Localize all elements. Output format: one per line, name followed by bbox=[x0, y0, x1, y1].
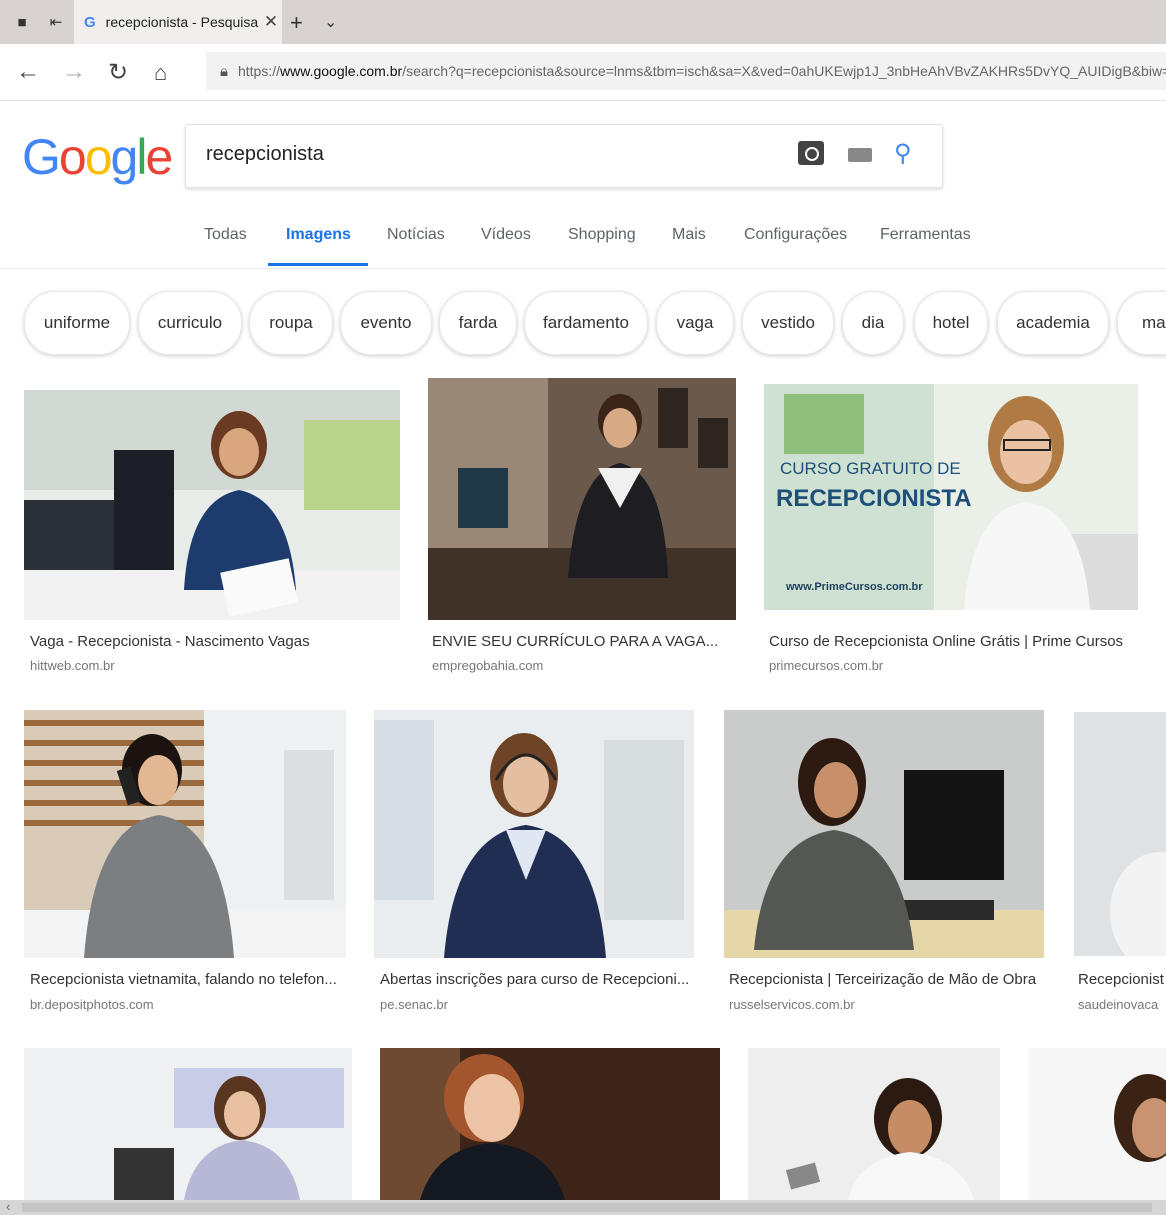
chip-dia[interactable]: dia bbox=[842, 291, 904, 355]
tab-mais[interactable]: Mais bbox=[672, 226, 706, 244]
result-image-1[interactable] bbox=[24, 390, 400, 620]
result-image-6[interactable] bbox=[724, 710, 1044, 958]
result-image-11[interactable] bbox=[1028, 1048, 1166, 1200]
result-image-4[interactable] bbox=[24, 710, 346, 958]
tab-todas[interactable]: Todas bbox=[204, 226, 247, 244]
result-image-2[interactable] bbox=[428, 378, 736, 620]
lock-icon: 🔒︎ bbox=[220, 62, 228, 80]
result-title-1[interactable]: Vaga - Recepcionista - Nascimento Vagas bbox=[30, 633, 400, 650]
address-toolbar: ← → ↻ ⌂ 🔒︎ https:// www.google.com.br /s… bbox=[0, 44, 1166, 101]
receptionist-photo bbox=[24, 390, 400, 620]
tab-imagens[interactable]: Imagens bbox=[286, 226, 351, 244]
set-aside-tabs-icon[interactable]: ⇤ bbox=[46, 12, 66, 32]
chip-fardamento[interactable]: fardamento bbox=[524, 291, 648, 355]
result-image-5[interactable] bbox=[374, 710, 694, 958]
result-source-2: empregobahia.com bbox=[432, 658, 544, 673]
banner-line-2: RECEPCIONISTA bbox=[776, 485, 972, 512]
tab-actions-icon[interactable]: ■ bbox=[12, 12, 32, 32]
search-menu: Todas Imagens Notícias Vídeos Shopping M… bbox=[0, 196, 1166, 269]
tab-shopping[interactable]: Shopping bbox=[568, 226, 636, 244]
google-favicon-icon: G bbox=[84, 13, 96, 31]
chip-hotel[interactable]: hotel bbox=[914, 291, 988, 355]
new-tab-icon[interactable]: + bbox=[290, 10, 303, 36]
active-tab-underline bbox=[268, 263, 368, 266]
result-image-10[interactable] bbox=[748, 1048, 1000, 1200]
search-icon[interactable]: ⚲ bbox=[894, 139, 912, 168]
chip-curriculo[interactable]: curriculo bbox=[138, 291, 242, 355]
browser-tab[interactable]: G recepcionista - Pesquisa ✕ bbox=[74, 0, 282, 44]
url-scheme: https:// bbox=[237, 63, 281, 79]
chip-farda[interactable]: farda bbox=[439, 291, 517, 355]
search-box[interactable]: recepcionista ⚲ bbox=[185, 124, 943, 188]
back-arrow-icon[interactable]: ← bbox=[16, 58, 40, 86]
chip-academia[interactable]: academia bbox=[997, 291, 1109, 355]
tab-title: recepcionista - Pesquisa bbox=[105, 14, 259, 30]
result-title-4[interactable]: Recepcionista vietnamita, falando no tel… bbox=[30, 971, 350, 988]
result-image-3[interactable]: CURSO GRATUITO DE RECEPCIONISTA www.Prim… bbox=[764, 384, 1138, 610]
result-source-5: pe.senac.br bbox=[380, 997, 448, 1012]
headset-agent-photo bbox=[1028, 1048, 1166, 1200]
chip-roupa[interactable]: roupa bbox=[249, 291, 333, 355]
result-image-8[interactable] bbox=[24, 1048, 352, 1200]
google-logo[interactable]: Google bbox=[22, 128, 173, 186]
chip-vestido[interactable]: vestido bbox=[742, 291, 834, 355]
address-field[interactable]: 🔒︎ https:// www.google.com.br /search?q=… bbox=[206, 52, 1166, 90]
chip-mac[interactable]: mac bbox=[1117, 291, 1166, 355]
search-input[interactable]: recepcionista bbox=[206, 143, 324, 166]
scroll-left-icon[interactable]: ‹ bbox=[6, 1199, 10, 1214]
keyboard-icon[interactable] bbox=[848, 148, 872, 162]
result-title-5[interactable]: Abertas inscrições para curso de Recepci… bbox=[380, 971, 694, 988]
camera-icon[interactable] bbox=[798, 141, 824, 165]
close-tab-icon[interactable]: ✕ bbox=[260, 12, 282, 32]
office-receptionist-photo bbox=[724, 710, 1044, 958]
result-image-7[interactable] bbox=[1074, 712, 1166, 956]
result-image-9[interactable] bbox=[380, 1048, 720, 1200]
url-host: www.google.com.br bbox=[280, 63, 403, 79]
refresh-icon[interactable]: ↻ bbox=[108, 58, 128, 87]
chip-evento[interactable]: evento bbox=[340, 291, 432, 355]
url-path: /search?q=recepcionista&source=lnms&tbm=… bbox=[402, 63, 1166, 79]
hotel-receptionist-photo bbox=[428, 378, 736, 620]
result-source-6: russelservicos.com.br bbox=[729, 997, 855, 1012]
prime-cursos-banner: CURSO GRATUITO DE RECEPCIONISTA www.Prim… bbox=[764, 384, 1138, 610]
tab-videos[interactable]: Vídeos bbox=[481, 226, 531, 244]
tab-ferramentas[interactable]: Ferramentas bbox=[880, 226, 971, 244]
chip-vaga[interactable]: vaga bbox=[656, 291, 734, 355]
home-icon[interactable]: ⌂ bbox=[154, 60, 167, 86]
result-title-7[interactable]: Recepcionist bbox=[1078, 971, 1166, 988]
banner-line-1: CURSO GRATUITO DE bbox=[780, 459, 961, 478]
horizontal-scrollbar[interactable]: ‹ bbox=[0, 1199, 1166, 1215]
card-receptionist-photo bbox=[748, 1048, 1000, 1200]
result-title-2[interactable]: ENVIE SEU CURRÍCULO PARA A VAGA... bbox=[432, 633, 732, 650]
phone-receptionist-photo bbox=[24, 710, 346, 958]
result-title-3[interactable]: Curso de Recepcionista Online Grátis | P… bbox=[769, 633, 1159, 650]
chip-uniforme[interactable]: uniforme bbox=[24, 291, 130, 355]
result-source-7: saudeinovaca bbox=[1078, 997, 1159, 1012]
banner-url: www.PrimeCursos.com.br bbox=[785, 581, 923, 593]
forward-arrow-icon[interactable]: → bbox=[62, 58, 86, 86]
smiling-receptionist-photo bbox=[380, 1048, 720, 1200]
tab-noticias[interactable]: Notícias bbox=[387, 226, 445, 244]
result-source-4: br.depositphotos.com bbox=[30, 997, 154, 1012]
result-source-3: primecursos.com.br bbox=[769, 658, 884, 673]
result-title-6[interactable]: Recepcionista | Terceirização de Mão de … bbox=[729, 971, 1049, 988]
result-source-1: hittweb.com.br bbox=[30, 658, 115, 673]
scrollbar-thumb[interactable] bbox=[22, 1203, 1152, 1212]
headset-receptionist-photo bbox=[374, 710, 694, 958]
tab-configuracoes[interactable]: Configurações bbox=[744, 226, 847, 244]
partial-result-photo bbox=[1074, 712, 1166, 956]
chevron-down-icon[interactable]: ⌄ bbox=[324, 12, 337, 32]
desk-phone-receptionist-photo bbox=[24, 1048, 352, 1200]
